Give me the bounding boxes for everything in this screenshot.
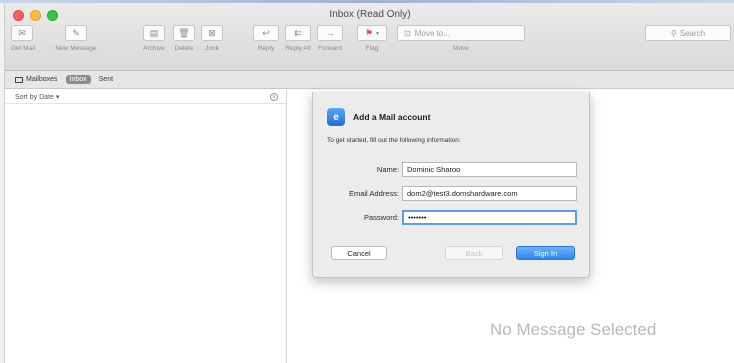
forward-label: Forward [318, 45, 342, 52]
reply-all-icon: ⇇ [294, 27, 302, 38]
mailboxes-toggle[interactable]: Mailboxes [11, 75, 62, 84]
back-button[interactable]: Back [445, 246, 503, 260]
flag-button[interactable]: ⚑ ▾ [357, 25, 387, 41]
sort-label: Sort by Date [15, 93, 54, 101]
new-message-label: New Message [55, 45, 97, 52]
reply-label: Reply [257, 45, 275, 52]
message-list: Sort by Date ▾ ≡ [5, 90, 287, 363]
forward-icon: → [325, 28, 335, 38]
trash-icon: 🗑 [178, 27, 190, 38]
password-field[interactable]: ••••••• [402, 210, 577, 225]
dialog-intro: To get started, fill out the following i… [327, 137, 461, 144]
reply-button[interactable]: ↩ [253, 25, 279, 41]
archive-label: Archive [143, 45, 165, 52]
name-label: Name: [376, 165, 399, 174]
delete-button[interactable]: 🗑 [173, 25, 195, 41]
chevron-down-icon: ▾ [376, 30, 380, 37]
junk-button[interactable]: ⊠ [201, 25, 223, 41]
name-field[interactable]: Dominic Sharoo [402, 162, 577, 177]
delete-label: Delete [174, 45, 194, 52]
forward-button[interactable]: → [317, 25, 343, 41]
title-toolbar: Inbox (Read Only) ✉ Get Mail ✎ New Messa… [5, 3, 734, 71]
search-icon: ⚲ [670, 28, 677, 38]
reply-icon: ↩ [262, 27, 270, 38]
dialog-header: e Add a Mail account [327, 108, 430, 126]
dialog-title: Add a Mail account [353, 112, 431, 122]
email-row: Email Address: dom2@test3.domshardware.c… [313, 186, 591, 201]
window-title: Inbox (Read Only) [329, 9, 411, 20]
envelope-icon: ✉ [18, 27, 26, 38]
sort-bar: Sort by Date ▾ ≡ [5, 90, 286, 104]
name-row: Name: Dominic Sharoo [313, 162, 591, 177]
favorites-bar: Mailboxes Inbox Sent [5, 71, 734, 89]
move-label: Move [453, 45, 469, 52]
sidebar-icon [15, 76, 23, 83]
reply-all-label: Reply All [285, 45, 311, 52]
search-field[interactable]: ⚲ Search [645, 25, 731, 41]
get-mail-button[interactable]: ✉ [11, 25, 33, 41]
mailbox-icon: ⊡ [404, 28, 411, 38]
favorite-inbox[interactable]: Inbox [65, 75, 91, 84]
cancel-button[interactable]: Cancel [331, 246, 387, 260]
flag-label: Flag [365, 45, 379, 52]
password-label: Password: [363, 213, 399, 222]
junk-icon: ⊠ [208, 27, 216, 38]
archive-icon: ▤ [149, 27, 159, 38]
compose-icon: ✎ [72, 27, 80, 38]
favorite-sent[interactable]: Sent [95, 75, 117, 84]
email-field[interactable]: dom2@test3.domshardware.com [402, 186, 577, 201]
sort-by-date-menu[interactable]: Sort by Date ▾ [15, 93, 59, 101]
sign-in-button[interactable]: Sign In [516, 246, 575, 260]
move-to-placeholder: Move to... [414, 28, 450, 38]
password-row: Password: ••••••• [313, 210, 591, 225]
get-mail-label: Get Mail [10, 45, 36, 52]
no-message-selected: No Message Selected [490, 320, 657, 339]
archive-button[interactable]: ▤ [143, 25, 165, 41]
chevron-down-icon: ▾ [55, 93, 60, 101]
add-account-dialog: e Add a Mail account To get started, fil… [312, 92, 590, 278]
filter-icon[interactable]: ≡ [270, 92, 278, 101]
move-to-field[interactable]: ⊡ Move to... [397, 25, 525, 41]
mailboxes-label: Mailboxes [26, 76, 58, 83]
junk-label: Junk [205, 45, 219, 52]
search-placeholder: Search [679, 28, 706, 38]
mail-app-icon: e [327, 108, 345, 126]
new-message-button[interactable]: ✎ [65, 25, 87, 41]
reply-all-button[interactable]: ⇇ [285, 25, 311, 41]
email-label: Email Address: [348, 189, 399, 198]
flag-icon: ⚑ [364, 27, 374, 38]
